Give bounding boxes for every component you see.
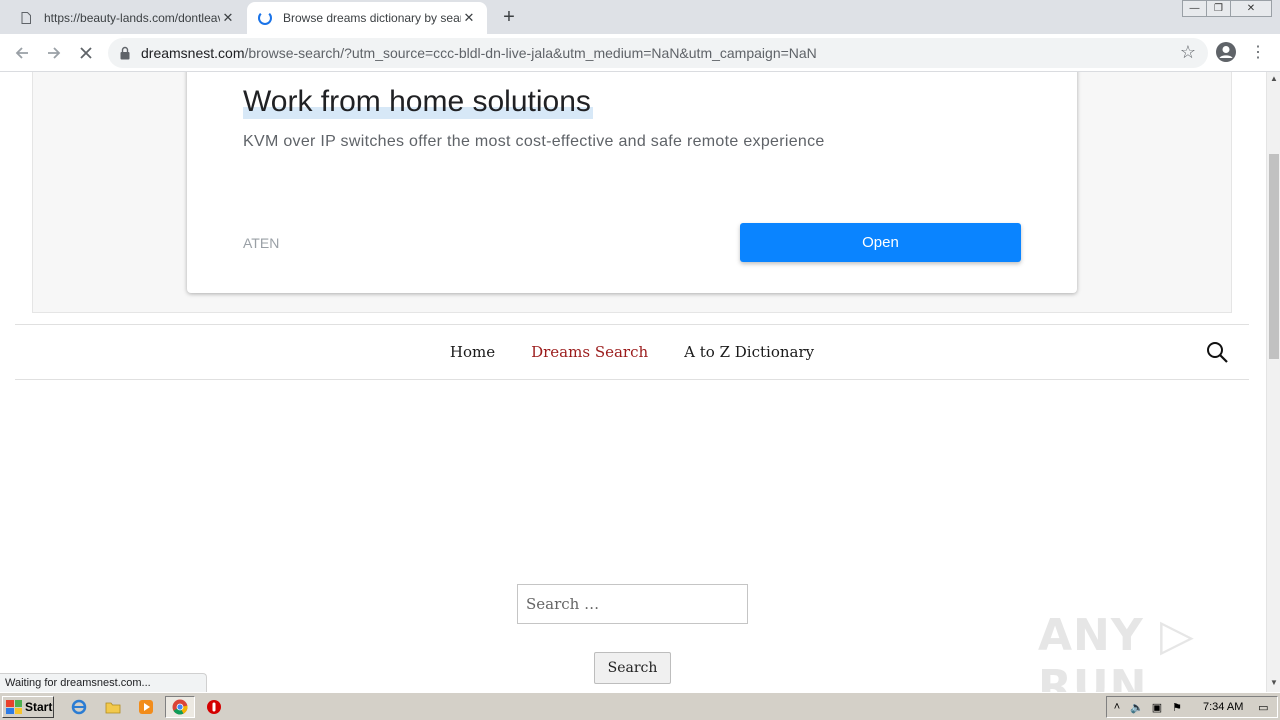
nav-item-a-to-z-dictionary[interactable]: A to Z Dictionary: [684, 343, 814, 361]
stop-loading-icon[interactable]: [74, 41, 98, 65]
search-button[interactable]: Search: [594, 652, 671, 684]
screen: https://beauty-lands.com/dontleave ✕ Bro…: [0, 0, 1280, 720]
tab-dreams-dictionary[interactable]: Browse dreams dictionary by search ✕: [247, 2, 487, 34]
start-label: Start: [25, 700, 53, 714]
ad-brand: ATEN: [243, 235, 280, 251]
start-button[interactable]: Start: [2, 696, 54, 718]
search-icon[interactable]: [1205, 340, 1229, 364]
tab-title: https://beauty-lands.com/dontleave: [44, 11, 220, 25]
ie-icon[interactable]: [70, 698, 88, 716]
scrollbar-thumb[interactable]: [1269, 154, 1279, 359]
page-icon: [18, 10, 34, 26]
show-desktop-icon[interactable]: ▭: [1253, 701, 1273, 714]
tab-close-icon[interactable]: ✕: [220, 10, 236, 26]
chrome-icon: [172, 699, 188, 715]
window-close-button[interactable]: ✕: [1230, 0, 1272, 17]
forward-arrow-icon[interactable]: [42, 41, 66, 65]
ad-card[interactable]: Work from home solutions KVM over IP swi…: [187, 72, 1077, 293]
folder-icon[interactable]: [104, 698, 122, 716]
nav-item-home[interactable]: Home: [450, 343, 495, 361]
vertical-scrollbar[interactable]: ▲ ▼: [1266, 72, 1280, 692]
nav-item-dreams-search[interactable]: Dreams Search: [531, 343, 648, 361]
browser-toolbar: dreamsnest.com/browse-search/?utm_source…: [0, 34, 1280, 72]
windows-taskbar: Start ˄ 🔈 ▣ ⚑ 7:34 AM ▭: [0, 692, 1280, 720]
tray-expand-icon[interactable]: ˄: [1107, 701, 1127, 713]
scroll-up-icon[interactable]: ▲: [1270, 74, 1278, 83]
bookmark-star-icon[interactable]: ☆: [1180, 42, 1196, 63]
ad-container: Work from home solutions KVM over IP swi…: [32, 72, 1232, 313]
lock-icon: [120, 46, 130, 60]
media-player-icon[interactable]: [137, 698, 155, 716]
back-arrow-icon[interactable]: [10, 41, 34, 65]
web-page: Work from home solutions KVM over IP swi…: [0, 72, 1266, 692]
ad-open-button[interactable]: Open: [740, 223, 1021, 262]
tab-beauty-lands[interactable]: https://beauty-lands.com/dontleave ✕: [8, 2, 246, 34]
minimize-button[interactable]: —: [1182, 0, 1207, 17]
ad-title[interactable]: Work from home solutions: [243, 85, 593, 119]
status-bubble: Waiting for dreamsnest.com...: [0, 673, 207, 692]
window-controls: — ❐ ✕: [1182, 0, 1272, 18]
restore-button[interactable]: ❐: [1206, 0, 1231, 17]
kebab-menu-icon[interactable]: ⋮: [1250, 41, 1266, 65]
loading-spinner-icon: [257, 10, 273, 26]
site-navigation: Home Dreams Search A to Z Dictionary: [15, 324, 1249, 380]
tab-title: Browse dreams dictionary by search: [283, 11, 461, 25]
address-bar[interactable]: dreamsnest.com/browse-search/?utm_source…: [108, 38, 1208, 68]
url-text: dreamsnest.com/browse-search/?utm_source…: [141, 45, 817, 61]
scroll-down-icon[interactable]: ▼: [1270, 678, 1278, 687]
clock[interactable]: 7:34 AM: [1203, 701, 1243, 713]
volume-icon[interactable]: 🔈: [1127, 701, 1147, 714]
action-center-flag-icon[interactable]: ⚑: [1167, 701, 1187, 714]
search-input[interactable]: [517, 584, 748, 624]
new-tab-button[interactable]: +: [498, 6, 520, 28]
account-icon[interactable]: [1215, 41, 1237, 63]
system-tray: ˄ 🔈 ▣ ⚑ 7:34 AM ▭: [1106, 696, 1278, 718]
chrome-taskbar-button[interactable]: [165, 696, 195, 718]
ad-description: KVM over IP switches offer the most cost…: [243, 133, 825, 150]
nav-links: Home Dreams Search A to Z Dictionary: [15, 325, 1249, 379]
browser-tab-strip: https://beauty-lands.com/dontleave ✕ Bro…: [0, 0, 1280, 34]
network-icon[interactable]: ▣: [1147, 701, 1167, 714]
opera-icon[interactable]: [205, 698, 223, 716]
tab-close-icon[interactable]: ✕: [461, 10, 477, 26]
windows-flag-icon: [6, 700, 22, 714]
anyrun-watermark: ANY ▷ RUN: [1038, 610, 1195, 692]
